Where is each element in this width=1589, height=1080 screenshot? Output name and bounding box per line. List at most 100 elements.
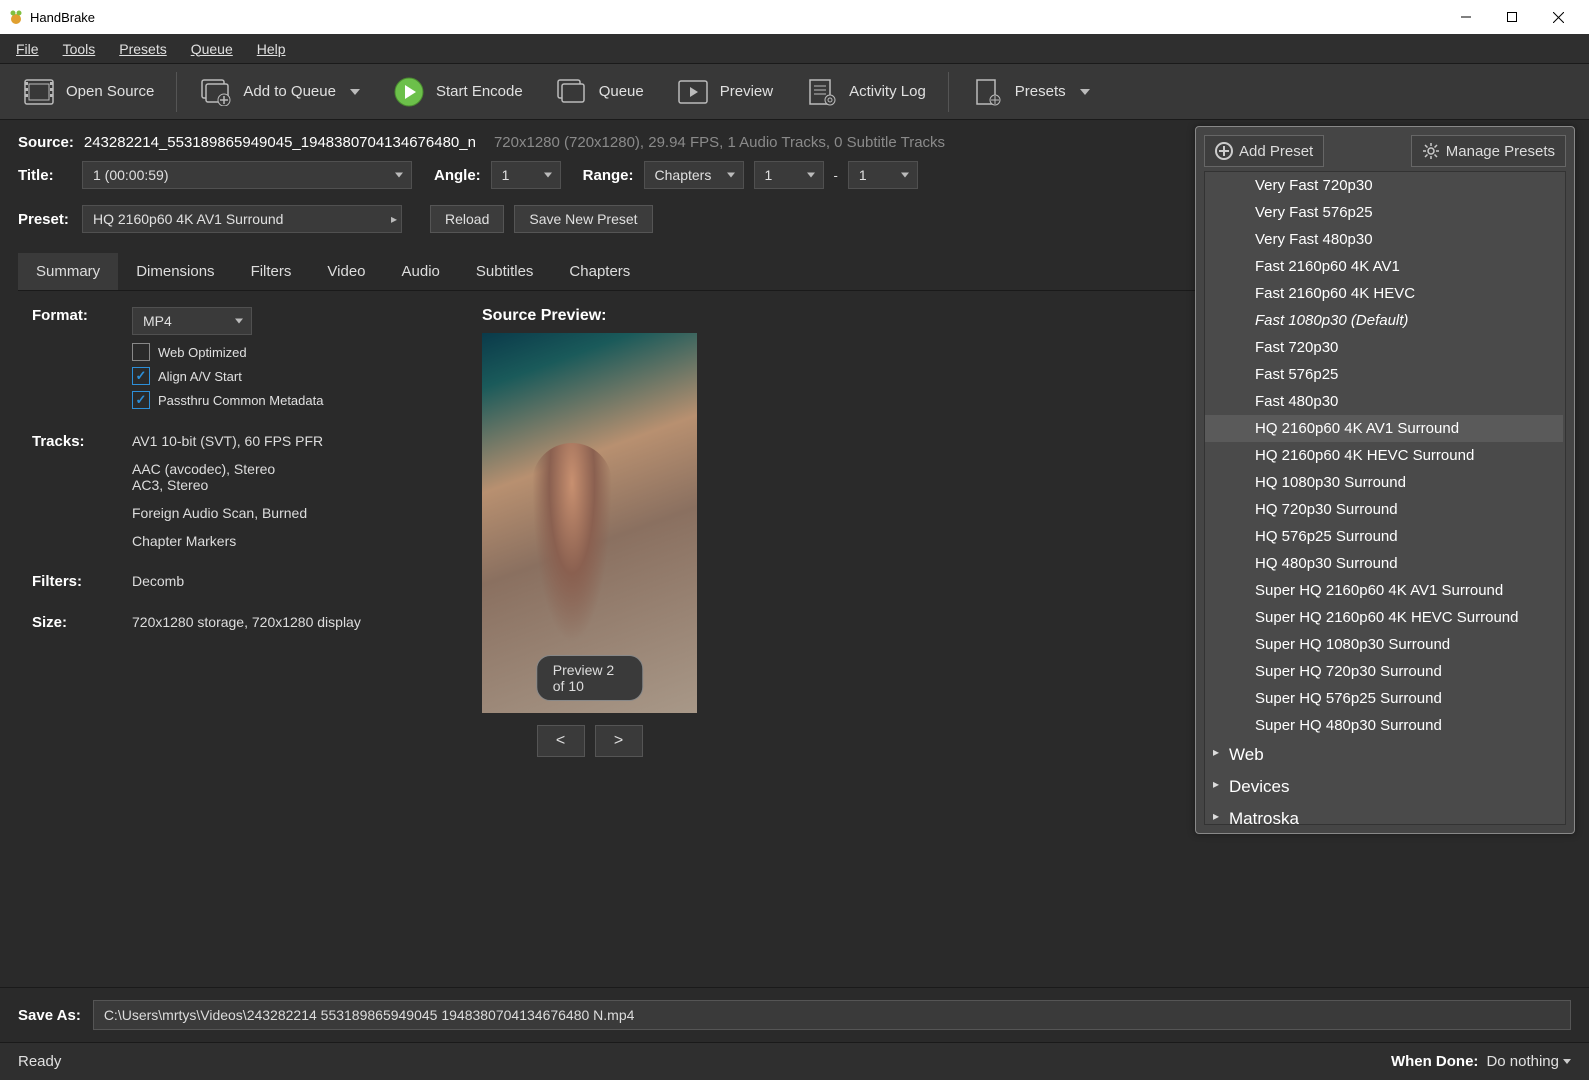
reload-button[interactable]: Reload <box>430 205 504 233</box>
title-select[interactable]: 1 (00:00:59) <box>82 161 412 189</box>
preview-badge: Preview 2 of 10 <box>536 655 644 701</box>
preview-image: Preview 2 of 10 <box>482 333 697 713</box>
when-done-label: When Done: <box>1391 1053 1479 1070</box>
preset-item[interactable]: Fast 1080p30 (Default) <box>1205 307 1563 334</box>
play-icon <box>392 75 426 109</box>
close-button[interactable] <box>1535 2 1581 32</box>
preview-button[interactable]: Preview <box>662 71 787 113</box>
preview-prev-button[interactable]: < <box>537 725 585 757</box>
gear-icon <box>1422 142 1440 160</box>
tab-subtitles[interactable]: Subtitles <box>458 253 552 290</box>
preset-item[interactable]: Fast 480p30 <box>1205 388 1563 415</box>
add-queue-icon <box>199 75 233 109</box>
queue-icon <box>555 75 589 109</box>
statusbar: Ready When Done: Do nothing <box>0 1042 1589 1080</box>
tab-audio[interactable]: Audio <box>384 253 458 290</box>
preset-select[interactable]: HQ 2160p60 4K AV1 Surround <box>82 205 402 233</box>
track-line: AAC (avcodec), Stereo <box>132 461 323 477</box>
preview-title: Source Preview: <box>482 307 697 325</box>
save-new-preset-button[interactable]: Save New Preset <box>514 205 652 233</box>
range-to-select[interactable]: 1 <box>848 161 918 189</box>
start-encode-button[interactable]: Start Encode <box>378 71 537 113</box>
filters-label: Filters: <box>32 573 132 590</box>
web-optimized-check[interactable]: Web Optimized <box>132 343 452 361</box>
save-as-row: Save As: <box>0 987 1589 1042</box>
preview-next-button[interactable]: > <box>595 725 643 757</box>
app-icon <box>8 9 24 25</box>
presets-button[interactable]: Presets <box>957 71 1104 113</box>
preset-item[interactable]: Fast 576p25 <box>1205 361 1563 388</box>
preview-label: Preview <box>720 83 773 100</box>
preset-item[interactable]: HQ 1080p30 Surround <box>1205 469 1563 496</box>
range-from-select[interactable]: 1 <box>754 161 824 189</box>
preset-item[interactable]: Super HQ 1080p30 Surround <box>1205 631 1563 658</box>
menu-help[interactable]: Help <box>247 37 296 61</box>
preview-icon <box>676 75 710 109</box>
chevron-down-icon <box>350 89 360 95</box>
menu-presets[interactable]: Presets <box>109 37 176 61</box>
source-meta: 720x1280 (720x1280), 29.94 FPS, 1 Audio … <box>494 134 945 151</box>
preset-group[interactable]: Matroska <box>1205 803 1563 825</box>
open-source-button[interactable]: Open Source <box>8 71 168 113</box>
save-as-input[interactable] <box>93 1000 1571 1030</box>
when-done-select[interactable]: Do nothing <box>1486 1053 1571 1070</box>
maximize-button[interactable] <box>1489 2 1535 32</box>
tab-filters[interactable]: Filters <box>233 253 310 290</box>
preset-panel: Add Preset Manage Presets Very Fast 720p… <box>1195 126 1575 834</box>
track-line: AV1 10-bit (SVT), 60 FPS PFR <box>132 433 323 449</box>
tab-summary[interactable]: Summary <box>18 253 118 290</box>
preset-group[interactable]: Web <box>1205 739 1563 771</box>
preset-item[interactable]: Very Fast 720p30 <box>1205 172 1563 199</box>
preset-item[interactable]: HQ 576p25 Surround <box>1205 523 1563 550</box>
passthru-check[interactable]: ✓Passthru Common Metadata <box>132 391 452 409</box>
preset-item[interactable]: Super HQ 2160p60 4K HEVC Surround <box>1205 604 1563 631</box>
save-as-label: Save As: <box>18 1007 81 1024</box>
tab-chapters[interactable]: Chapters <box>551 253 648 290</box>
queue-label: Queue <box>599 83 644 100</box>
log-icon <box>805 75 839 109</box>
preset-item[interactable]: Very Fast 480p30 <box>1205 226 1563 253</box>
add-to-queue-button[interactable]: Add to Queue <box>185 71 374 113</box>
preset-item[interactable]: Fast 720p30 <box>1205 334 1563 361</box>
size-label: Size: <box>32 614 132 631</box>
preset-item[interactable]: Fast 2160p60 4K HEVC <box>1205 280 1563 307</box>
preset-item[interactable]: HQ 2160p60 4K HEVC Surround <box>1205 442 1563 469</box>
menu-file[interactable]: File <box>6 37 49 61</box>
format-select[interactable]: MP4 <box>132 307 252 335</box>
preset-item[interactable]: HQ 720p30 Surround <box>1205 496 1563 523</box>
preset-item[interactable]: Super HQ 480p30 Surround <box>1205 712 1563 739</box>
preset-item[interactable]: Super HQ 2160p60 4K AV1 Surround <box>1205 577 1563 604</box>
menu-queue[interactable]: Queue <box>181 37 243 61</box>
preset-item[interactable]: Very Fast 576p25 <box>1205 199 1563 226</box>
menubar: File Tools Presets Queue Help <box>0 34 1589 64</box>
size-value: 720x1280 storage, 720x1280 display <box>132 614 361 630</box>
film-icon <box>22 75 56 109</box>
queue-button[interactable]: Queue <box>541 71 658 113</box>
source-file: 243282214_553189865949045_19483807041346… <box>84 134 476 151</box>
align-av-check[interactable]: ✓Align A/V Start <box>132 367 452 385</box>
angle-select[interactable]: 1 <box>491 161 561 189</box>
activity-log-button[interactable]: Activity Log <box>791 71 940 113</box>
source-label: Source: <box>18 134 74 151</box>
add-preset-button[interactable]: Add Preset <box>1204 135 1324 167</box>
preset-item[interactable]: HQ 480p30 Surround <box>1205 550 1563 577</box>
preset-group[interactable]: Devices <box>1205 771 1563 803</box>
chevron-down-icon <box>1080 89 1090 95</box>
presets-icon <box>971 75 1005 109</box>
preset-item[interactable]: Super HQ 720p30 Surround <box>1205 658 1563 685</box>
tab-dimensions[interactable]: Dimensions <box>118 253 232 290</box>
tracks-label: Tracks: <box>32 433 132 450</box>
preset-item[interactable]: Fast 2160p60 4K AV1 <box>1205 253 1563 280</box>
title-label: Title: <box>18 167 72 184</box>
minimize-button[interactable] <box>1443 2 1489 32</box>
separator <box>176 72 177 112</box>
open-source-label: Open Source <box>66 83 154 100</box>
preset-item[interactable]: HQ 2160p60 4K AV1 Surround <box>1205 415 1563 442</box>
range-type-select[interactable]: Chapters <box>644 161 744 189</box>
manage-presets-button[interactable]: Manage Presets <box>1411 135 1566 167</box>
preset-list[interactable]: Very Fast 720p30Very Fast 576p25Very Fas… <box>1204 171 1566 825</box>
separator <box>948 72 949 112</box>
menu-tools[interactable]: Tools <box>53 37 106 61</box>
tab-video[interactable]: Video <box>309 253 383 290</box>
preset-item[interactable]: Super HQ 576p25 Surround <box>1205 685 1563 712</box>
